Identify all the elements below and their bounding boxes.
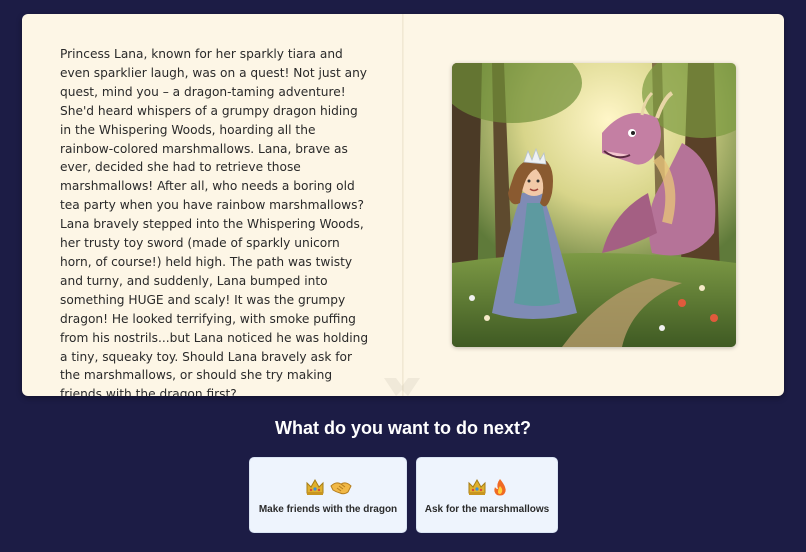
choice-label: Make friends with the dragon — [258, 503, 398, 515]
right-page — [404, 14, 784, 396]
crown-icon — [468, 478, 485, 495]
handshake-icon — [329, 481, 352, 494]
next-action-prompt: What do you want to do next? — [275, 418, 531, 438]
fire-icon — [493, 478, 506, 495]
left-page: Princess Lana, known for her sparkly tia… — [22, 14, 402, 396]
story-text: Princess Lana, known for her sparkly tia… — [60, 47, 369, 396]
choice-label: Ask for the marshmallows — [424, 503, 550, 515]
choice-ask-marshmallows-button[interactable]: Ask for the marshmallows — [416, 457, 558, 533]
watermark-icon — [384, 378, 420, 396]
choice-make-friends-button[interactable]: Make friends with the dragon — [249, 457, 407, 533]
crown-icon — [306, 478, 323, 495]
storybook: Princess Lana, known for her sparkly tia… — [22, 14, 784, 396]
story-illustration — [452, 63, 736, 347]
choice-list: Make friends with the dragon Ask for the… — [249, 457, 558, 533]
